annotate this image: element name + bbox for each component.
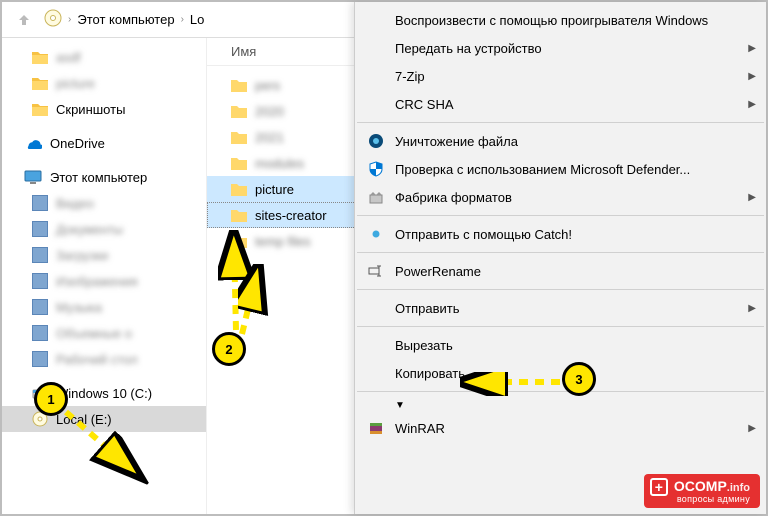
- ctx-7zip[interactable]: 7-Zip▶: [355, 62, 766, 90]
- nav-folder-screenshots[interactable]: Скриншоты: [2, 96, 206, 122]
- annotation-marker-3: 3: [562, 362, 596, 396]
- watermark: + OCOMP.info вопросы админу: [644, 474, 760, 508]
- ctx-powerrename[interactable]: PowerRename: [355, 257, 766, 285]
- submenu-arrow-icon: ▶: [748, 192, 756, 203]
- annotation-arrow-1: [60, 406, 150, 486]
- nav-this-pc[interactable]: Этот компьютер: [2, 164, 206, 190]
- ctx-destroy[interactable]: Уничтожение файла: [355, 127, 766, 155]
- library-icon: [32, 247, 48, 263]
- library-icon: [32, 273, 48, 289]
- plus-icon: +: [650, 478, 668, 496]
- file-name: sites-creator: [255, 208, 327, 223]
- submenu-arrow-icon: ▶: [748, 303, 756, 314]
- breadcrumb-drive[interactable]: Lo: [190, 12, 204, 27]
- nav-item[interactable]: Объемные о: [2, 320, 206, 346]
- nav-item[interactable]: Рабочий стол: [2, 346, 206, 372]
- drive-icon: [44, 9, 62, 30]
- ctx-cut[interactable]: Вырезать: [355, 331, 766, 359]
- nav-label: OneDrive: [50, 136, 105, 151]
- chevron-down-icon: ▼: [395, 400, 405, 411]
- library-icon: [32, 195, 48, 211]
- folder-icon: [231, 182, 247, 196]
- library-icon: [32, 325, 48, 341]
- submenu-arrow-icon: ▶: [748, 43, 756, 54]
- context-menu[interactable]: Воспроизвести с помощью проигрывателя Wi…: [354, 2, 766, 514]
- folder-icon: [32, 76, 48, 90]
- winrar-icon: [367, 419, 385, 437]
- folder-icon: [231, 156, 247, 170]
- destroy-icon: [367, 132, 385, 150]
- nav-label: Скриншоты: [56, 102, 125, 117]
- file-name: picture: [255, 182, 294, 197]
- library-icon: [32, 221, 48, 237]
- nav-label: Этот компьютер: [50, 170, 147, 185]
- nav-label: Windows 10 (C:): [56, 386, 152, 401]
- submenu-arrow-icon: ▶: [748, 71, 756, 82]
- folder-icon: [32, 50, 48, 64]
- shield-icon: [367, 160, 385, 178]
- annotation-arrow-2b: [238, 264, 278, 344]
- nav-drive-c[interactable]: Windows 10 (C:): [2, 380, 206, 406]
- folder-icon: [231, 78, 247, 92]
- menu-separator: [357, 122, 764, 123]
- nav-item[interactable]: Видео: [2, 190, 206, 216]
- nav-item[interactable]: Музыка: [2, 294, 206, 320]
- nav-onedrive[interactable]: OneDrive: [2, 130, 206, 156]
- ctx-send-to[interactable]: Отправить▶: [355, 294, 766, 322]
- folder-icon: [231, 104, 247, 118]
- submenu-arrow-icon: ▶: [748, 99, 756, 110]
- ctx-winrar[interactable]: WinRAR▶: [355, 414, 766, 442]
- ctx-cast[interactable]: Передать на устройство▶: [355, 34, 766, 62]
- breadcrumb-this-pc[interactable]: Этот компьютер: [77, 12, 174, 27]
- menu-separator: [357, 289, 764, 290]
- menu-separator: [357, 252, 764, 253]
- catch-icon: [367, 225, 385, 243]
- menu-separator: [357, 215, 764, 216]
- ctx-play[interactable]: Воспроизвести с помощью проигрывателя Wi…: [355, 6, 766, 34]
- factory-icon: [367, 188, 385, 206]
- pc-icon: [24, 170, 42, 184]
- crumb-sep-icon: ›: [68, 14, 71, 25]
- ctx-crc[interactable]: CRC SHA▶: [355, 90, 766, 118]
- rename-icon: [367, 262, 385, 280]
- folder-icon: [231, 130, 247, 144]
- annotation-marker-1: 1: [34, 382, 68, 416]
- ctx-expand[interactable]: ▼: [355, 396, 766, 414]
- ctx-format-factory[interactable]: Фабрика форматов▶: [355, 183, 766, 211]
- crumb-sep-icon: ›: [181, 14, 184, 25]
- ctx-catch[interactable]: Отправить с помощью Catch!: [355, 220, 766, 248]
- folder-icon: [231, 208, 247, 222]
- onedrive-icon: [24, 137, 42, 149]
- nav-up-button[interactable]: [10, 6, 38, 34]
- annotation-marker-2: 2: [212, 332, 246, 366]
- menu-separator: [357, 326, 764, 327]
- folder-icon: [32, 102, 48, 116]
- annotation-arrow-3: [460, 372, 570, 396]
- nav-item[interactable]: Изображения: [2, 268, 206, 294]
- ctx-defender[interactable]: Проверка с использованием Microsoft Defe…: [355, 155, 766, 183]
- nav-folder[interactable]: asdf: [2, 44, 206, 70]
- nav-item[interactable]: Документы: [2, 216, 206, 242]
- nav-folder[interactable]: picture: [2, 70, 206, 96]
- submenu-arrow-icon: ▶: [748, 423, 756, 434]
- library-icon: [32, 299, 48, 315]
- nav-item[interactable]: Загрузки: [2, 242, 206, 268]
- library-icon: [32, 351, 48, 367]
